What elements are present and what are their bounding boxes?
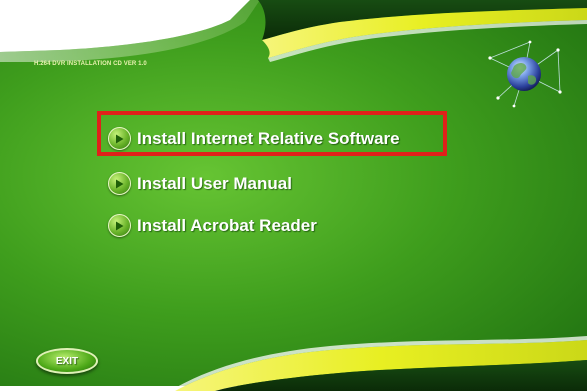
selection-highlight: [97, 111, 447, 156]
menu-item-label: Install Acrobat Reader: [137, 215, 317, 235]
install-acrobat-reader-button[interactable]: Install Acrobat Reader: [108, 214, 317, 237]
version-label: H.264 DVR INSTALLATION CD VER 1.0: [34, 61, 147, 67]
exit-label: EXIT: [55, 355, 79, 367]
play-icon: [108, 172, 131, 195]
globe-icon: [488, 40, 562, 108]
exit-button[interactable]: EXIT: [36, 348, 98, 374]
installer-window: H.264 DVR INSTALLATION CD VER 1.0 Instal…: [0, 0, 587, 391]
play-icon: [108, 214, 131, 237]
menu-item-label: Install User Manual: [137, 173, 292, 193]
install-user-manual-button[interactable]: Install User Manual: [108, 172, 292, 195]
